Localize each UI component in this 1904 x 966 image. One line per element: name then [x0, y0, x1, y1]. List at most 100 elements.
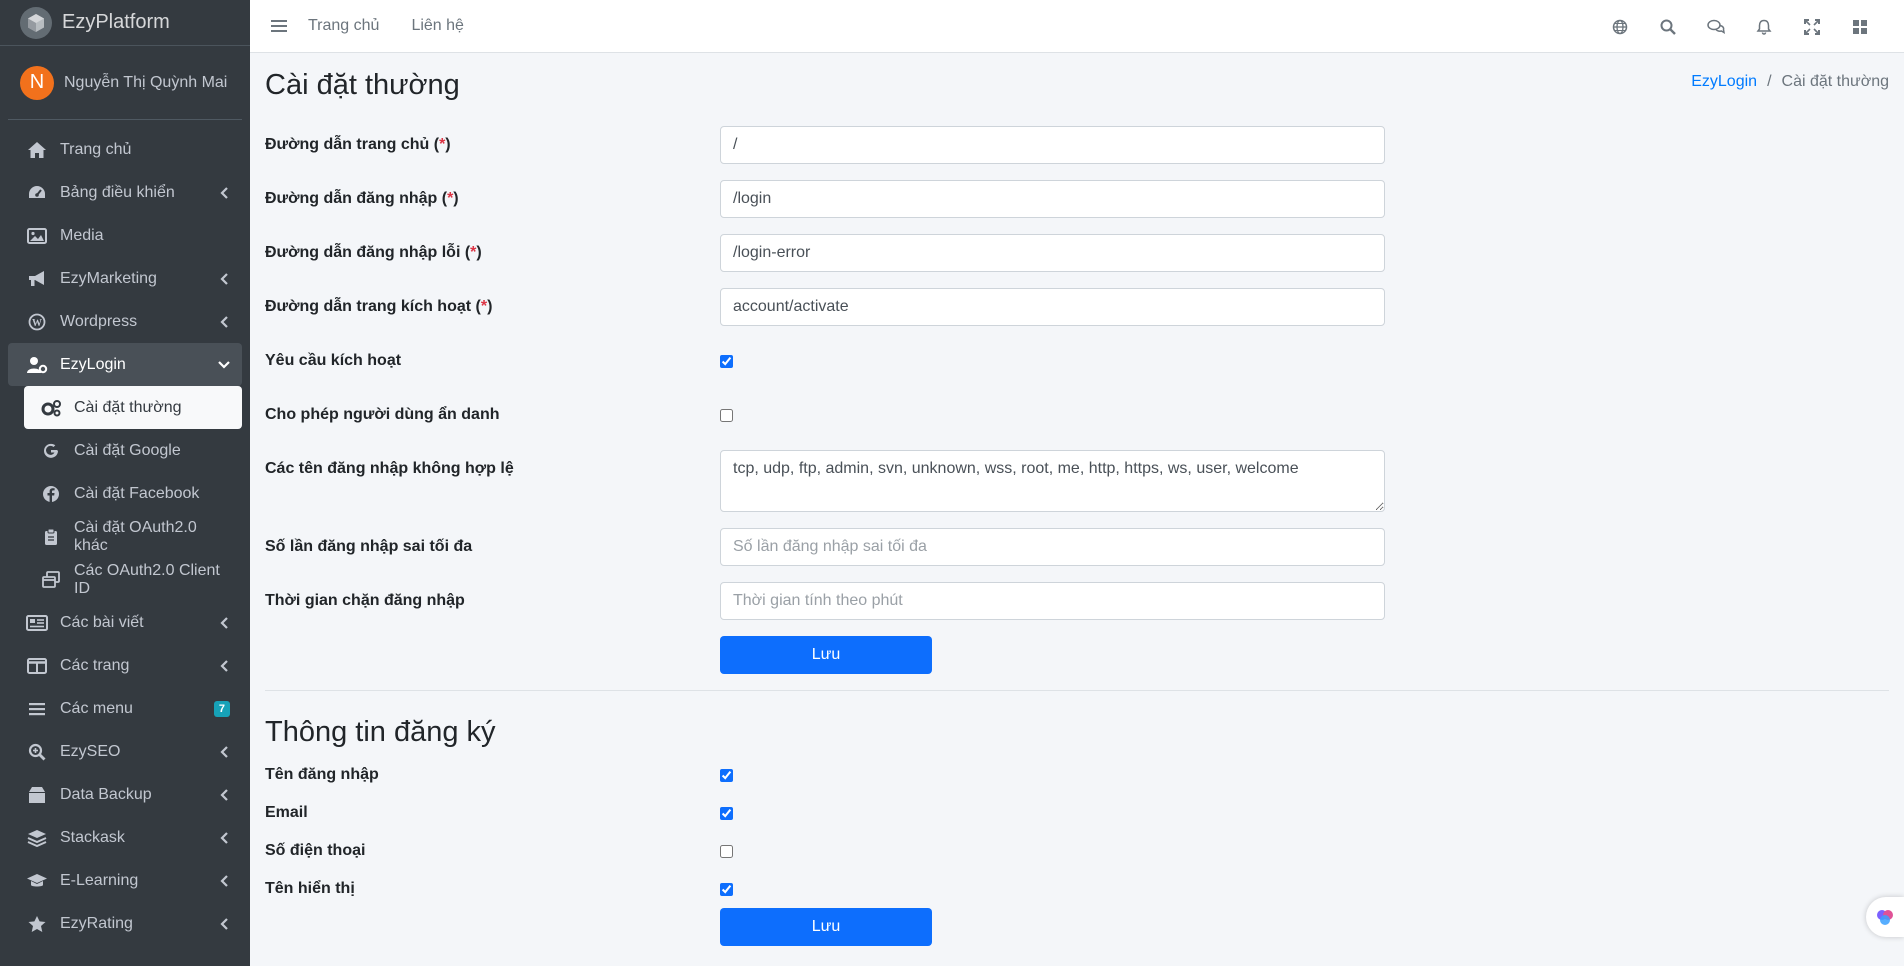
- form-row-allow-anonymous: Cho phép người dùng ẩn danh: [265, 396, 1385, 434]
- top-navbar: Trang chủ Liên hệ: [250, 0, 1904, 53]
- breadcrumb-separator: /: [1767, 73, 1772, 90]
- form-row-reg-display-name: Tên hiển thị: [265, 878, 1385, 900]
- allow-anonymous-checkbox[interactable]: [720, 408, 733, 422]
- block-time-input[interactable]: [720, 582, 1385, 620]
- chevron-left-icon: [218, 917, 230, 930]
- sidebar-item-ezymarketing[interactable]: EzyMarketing: [8, 257, 242, 300]
- section-divider: [265, 690, 1889, 691]
- chevron-left-icon: [218, 874, 230, 887]
- image-icon: [26, 226, 48, 246]
- sidebar-item-cai-dat-thuong[interactable]: Cài đặt thường: [24, 386, 242, 429]
- nav-link-contact[interactable]: Liên hệ: [411, 17, 464, 35]
- chevron-left-icon: [218, 831, 230, 844]
- reg-display-name-label: Tên hiển thị: [265, 880, 355, 897]
- form-row-home-path: Đường dẫn trang chủ (*): [265, 126, 1385, 164]
- sidebar-item-trang-chu[interactable]: Trang chủ: [8, 128, 242, 171]
- megaphone-icon: [26, 269, 48, 289]
- login-error-path-input[interactable]: [720, 234, 1385, 272]
- reg-phone-checkbox[interactable]: [720, 844, 733, 858]
- newspaper-icon: [26, 613, 48, 633]
- reg-username-label: Tên đăng nhập: [265, 766, 379, 783]
- gears-icon: [40, 398, 62, 418]
- invalid-usernames-textarea[interactable]: [720, 450, 1385, 512]
- sidebar-item-cac-bai-viet[interactable]: Các bài viết: [8, 601, 242, 644]
- reg-email-checkbox[interactable]: [720, 806, 733, 820]
- sidebar-nav-lower: Các bài viết Các trang Các menu 7 EzySEO…: [0, 601, 250, 945]
- assistant-brain-icon[interactable]: [1866, 897, 1904, 937]
- user-name[interactable]: Nguyễn Thị Quỳnh Mai: [64, 74, 227, 92]
- activate-path-input[interactable]: [720, 288, 1385, 326]
- require-activation-checkbox[interactable]: [720, 354, 733, 368]
- comments-icon[interactable]: [1692, 0, 1740, 53]
- box-icon: [26, 785, 48, 805]
- home-icon: [26, 140, 48, 160]
- sidebar-item-wordpress[interactable]: W Wordpress: [8, 300, 242, 343]
- menu-toggle-icon[interactable]: [250, 0, 308, 53]
- sidebar-item-ezyrating[interactable]: EzyRating: [8, 902, 242, 945]
- login-path-label: Đường dẫn đăng nhập (*): [265, 190, 459, 207]
- form-row-reg-phone: Số điện thoại: [265, 840, 1385, 862]
- login-error-path-label: Đường dẫn đăng nhập lỗi (*): [265, 244, 482, 261]
- apps-grid-icon[interactable]: [1836, 0, 1884, 53]
- dashboard-icon: [26, 183, 48, 203]
- save-settings-button[interactable]: Lưu: [720, 636, 932, 674]
- chevron-left-icon: [218, 788, 230, 801]
- max-failed-input[interactable]: [720, 528, 1385, 566]
- save-register-button[interactable]: Lưu: [720, 908, 932, 946]
- sidebar-item-cac-trang[interactable]: Các trang: [8, 644, 242, 687]
- star-icon: [26, 914, 48, 934]
- sidebar-item-e-learning[interactable]: E-Learning: [8, 859, 242, 902]
- sidebar-item-ezyseo[interactable]: EzySEO: [8, 730, 242, 773]
- sidebar-item-oauth2-client-id[interactable]: Các OAuth2.0 Client ID: [24, 558, 242, 601]
- reg-display-name-checkbox[interactable]: [720, 882, 733, 896]
- nav-link-home[interactable]: Trang chủ: [308, 17, 379, 35]
- home-path-input[interactable]: [720, 126, 1385, 164]
- search-plus-icon: [26, 742, 48, 762]
- user-panel[interactable]: N Nguyễn Thị Quỳnh Mai: [8, 46, 242, 120]
- sidebar-item-cai-dat-oauth2-khac[interactable]: Cài đặt OAuth2.0 khác: [24, 515, 242, 558]
- ezylogin-submenu: Cài đặt thường Cài đặt Google Cài đặt Fa…: [0, 386, 250, 601]
- svg-text:W: W: [32, 318, 42, 329]
- reg-email-label: Email: [265, 804, 308, 821]
- topbar-actions: [1596, 0, 1884, 53]
- form-row-login-error-path: Đường dẫn đăng nhập lỗi (*): [265, 234, 1385, 272]
- sidebar-item-cac-menu[interactable]: Các menu 7: [8, 687, 242, 730]
- form-row-require-activation: Yêu cầu kích hoạt: [265, 342, 1385, 380]
- form-row-activate-path: Đường dẫn trang kích hoạt (*): [265, 288, 1385, 326]
- page-title: Cài đặt thường: [265, 69, 460, 101]
- menu-count-badge: 7: [213, 700, 230, 717]
- breadcrumb: EzyLogin / Cài đặt thường: [1691, 73, 1889, 91]
- brand-logo-icon: [20, 6, 52, 39]
- bell-icon[interactable]: [1740, 0, 1788, 53]
- invalid-usernames-label: Các tên đăng nhập không hợp lệ: [265, 460, 514, 477]
- allow-anonymous-label: Cho phép người dùng ẩn danh: [265, 406, 500, 423]
- fullscreen-icon[interactable]: [1788, 0, 1836, 53]
- chevron-left-icon: [218, 616, 230, 629]
- search-icon[interactable]: [1644, 0, 1692, 53]
- sidebar-item-cai-dat-facebook[interactable]: Cài đặt Facebook: [24, 472, 242, 515]
- sidebar: EzyPlatform N Nguyễn Thị Quỳnh Mai Trang…: [0, 0, 250, 966]
- brand-name: EzyPlatform: [62, 11, 170, 33]
- form-row-reg-username: Tên đăng nhập: [265, 764, 1385, 786]
- sidebar-item-bang-dieu-khien[interactable]: Bảng điều khiển: [8, 171, 242, 214]
- sidebar-item-data-backup[interactable]: Data Backup: [8, 773, 242, 816]
- breadcrumb-link-ezylogin[interactable]: EzyLogin: [1691, 73, 1757, 91]
- chevron-left-icon: [218, 186, 230, 199]
- columns-icon: [26, 656, 48, 676]
- max-failed-label: Số lần đăng nhập sai tối đa: [265, 538, 473, 555]
- main-content: Cài đặt thường EzyLogin / Cài đặt thường…: [265, 53, 1889, 966]
- form-row-max-failed: Số lần đăng nhập sai tối đa: [265, 528, 1385, 566]
- chevron-left-icon: [218, 272, 230, 285]
- reg-username-checkbox[interactable]: [720, 768, 733, 782]
- login-path-input[interactable]: [720, 180, 1385, 218]
- sidebar-item-stackask[interactable]: Stackask: [8, 816, 242, 859]
- brand-link[interactable]: EzyPlatform: [0, 0, 250, 46]
- require-activation-label: Yêu cầu kích hoạt: [265, 352, 402, 369]
- sidebar-item-ezylogin[interactable]: EzyLogin: [8, 343, 242, 386]
- user-cog-icon: [26, 355, 48, 375]
- sidebar-item-cai-dat-google[interactable]: Cài đặt Google: [24, 429, 242, 472]
- globe-icon[interactable]: [1596, 0, 1644, 53]
- graduation-cap-icon: [26, 871, 48, 891]
- sidebar-item-media[interactable]: Media: [8, 214, 242, 257]
- form-row-invalid-usernames: Các tên đăng nhập không hợp lệ: [265, 450, 1385, 512]
